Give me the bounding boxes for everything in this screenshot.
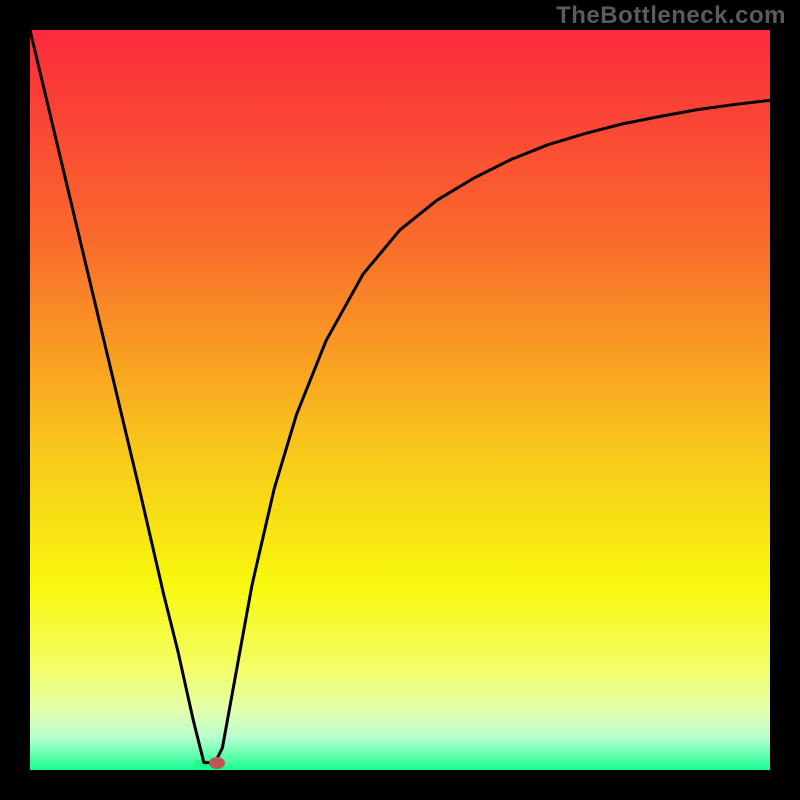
plot-svg [30,30,770,770]
watermark-text: TheBottleneck.com [556,2,786,30]
gradient-background [30,30,770,770]
plot-area [30,30,770,770]
chart-container: TheBottleneck.com [0,0,800,800]
optimal-marker [209,757,225,769]
